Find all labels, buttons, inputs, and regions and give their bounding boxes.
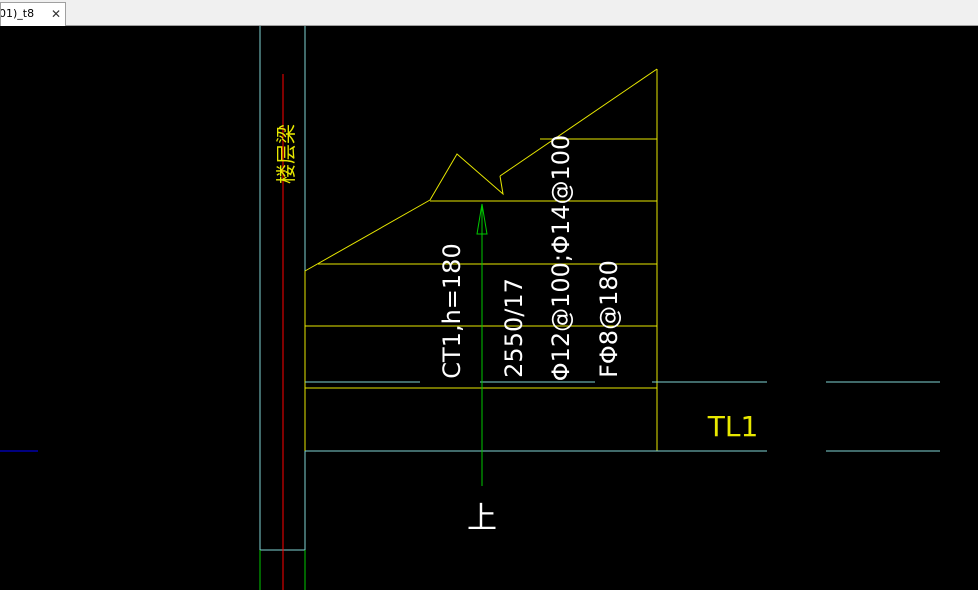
stair-beam-label: TL1 xyxy=(707,410,759,443)
bottom-rebar-label: Φ12@100;Φ14@100 xyxy=(547,135,575,382)
close-icon[interactable]: ✕ xyxy=(49,3,63,25)
break-symbol xyxy=(429,153,504,201)
direction-arrow xyxy=(476,203,488,486)
cad-drawing: 楼层梁 CT1,h=180 2550/17 Φ12@100;Φ14@100 FΦ… xyxy=(0,26,940,590)
beam-lines xyxy=(305,381,940,452)
document-tab[interactable]: 01)_t8 ✕ xyxy=(0,2,66,26)
drawing-canvas[interactable]: 楼层梁 CT1,h=180 2550/17 Φ12@100;Φ14@100 FΦ… xyxy=(0,26,978,590)
document-tab-bar: 01)_t8 ✕ xyxy=(0,0,978,26)
distribution-rebar-label: FΦ8@180 xyxy=(595,260,623,378)
floor-beam-label: 楼层梁 xyxy=(274,124,298,184)
stair-outline xyxy=(304,68,658,451)
slab-code-label: CT1,h=180 xyxy=(438,243,466,378)
steps-label: 2550/17 xyxy=(500,278,528,378)
slope-line-lower xyxy=(304,199,431,272)
slope-line-upper xyxy=(499,68,658,177)
document-tab-label: 01)_t8 xyxy=(0,7,35,20)
up-direction-label: 上 xyxy=(467,501,497,536)
